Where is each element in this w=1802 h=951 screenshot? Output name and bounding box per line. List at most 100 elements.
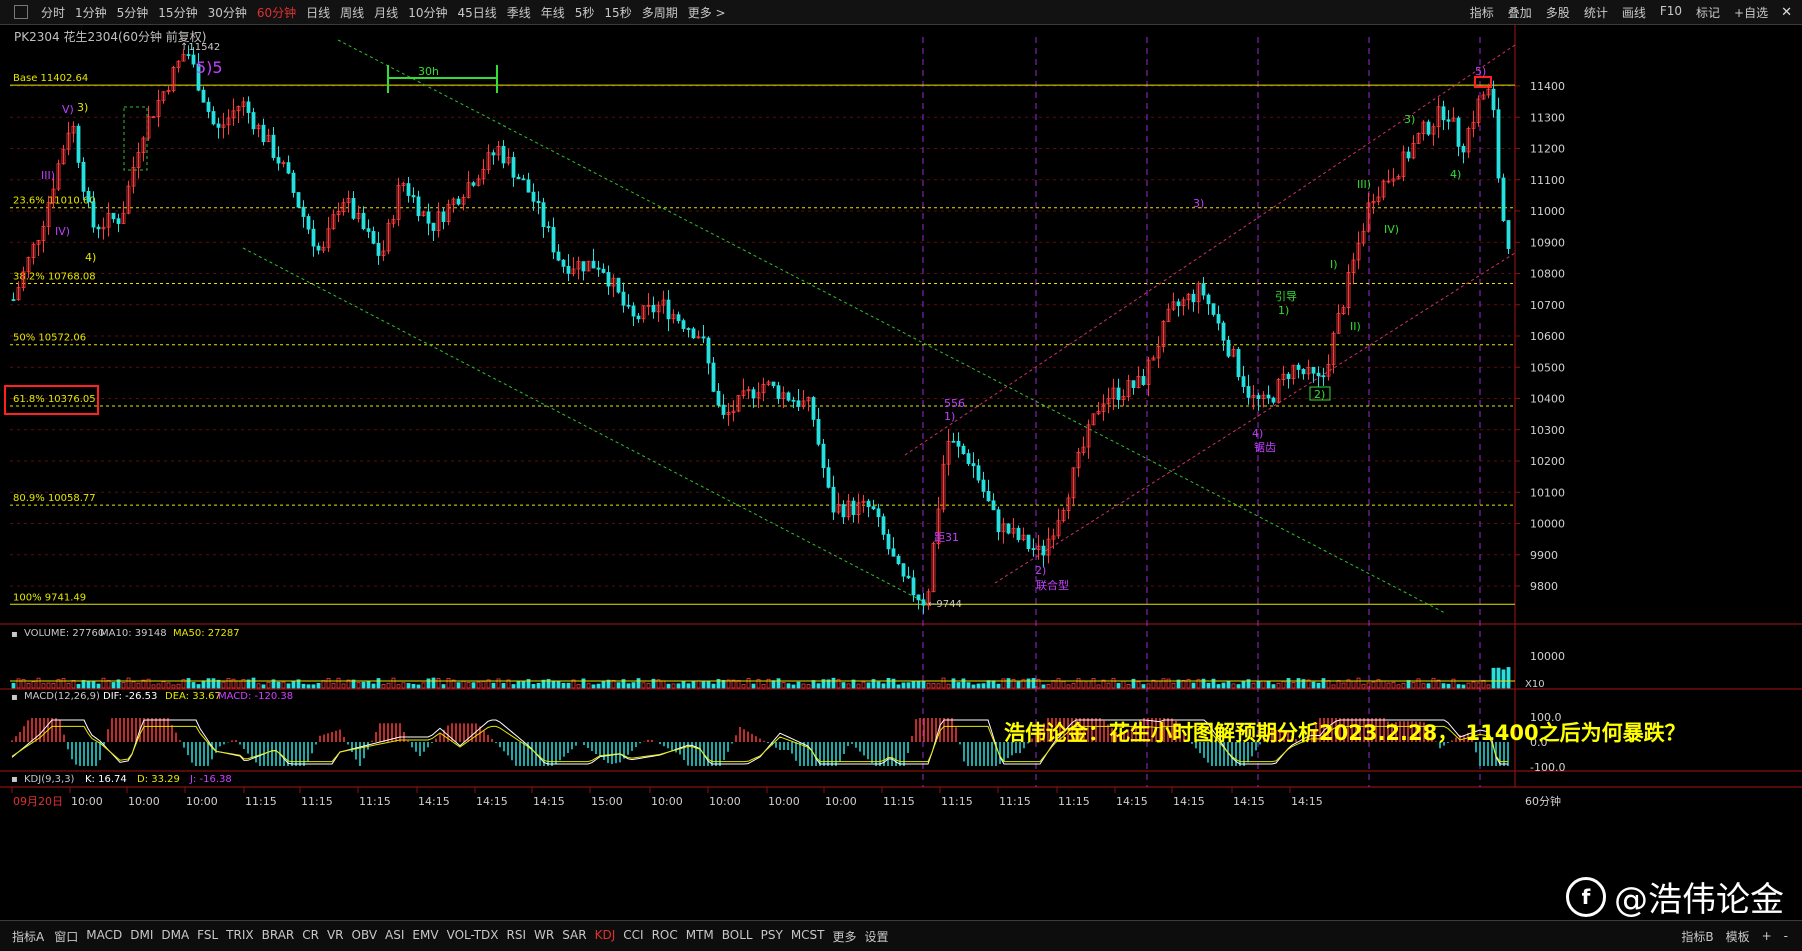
wave-label-1: V) (62, 103, 74, 116)
indicator-tab-19[interactable]: MTM (682, 928, 718, 945)
indicator-tab-23[interactable]: 更多 (829, 928, 861, 945)
candle-body-175 (886, 533, 891, 550)
right-tool-4[interactable]: 画线 (1615, 4, 1653, 21)
candle-body-89 (456, 198, 461, 205)
bottom-right-tool-0[interactable]: 指标B (1675, 928, 1719, 945)
chart-canvas[interactable]: Base 11402.6423.6% 11010.6038.2% 10768.0… (0, 25, 1802, 907)
volume-bar-24 (131, 681, 136, 689)
candle-body-40 (211, 111, 216, 125)
timeframe-tab-2[interactable]: 5分钟 (112, 4, 154, 21)
timeframe-tab-5[interactable]: 60分钟 (252, 4, 301, 21)
indicator-tab-10[interactable]: ASI (381, 928, 408, 945)
indicator-tab-11[interactable]: EMV (408, 928, 442, 945)
volume-bar-127 (646, 683, 651, 689)
timeframe-tab-4[interactable]: 30分钟 (203, 4, 252, 21)
indicator-tab-12[interactable]: VOL-TDX (443, 928, 503, 945)
window-menu-icon[interactable] (14, 5, 28, 19)
indicator-tab-13[interactable]: RSI (503, 928, 531, 945)
indicator-tab-15[interactable]: SAR (558, 928, 590, 945)
volume-bar-94 (481, 680, 486, 689)
indicator-tab-22[interactable]: MCST (787, 928, 829, 945)
indicator-a-button[interactable]: 指标A (0, 928, 50, 945)
volume-bar-184 (931, 683, 936, 689)
right-tool-3[interactable]: 统计 (1577, 4, 1615, 21)
timeframe-tab-11[interactable]: 季线 (502, 4, 536, 21)
macd-dif: DIF: -26.53 (103, 691, 157, 702)
high-price-label: ↑11542 (180, 42, 220, 53)
indicator-tab-24[interactable]: 设置 (861, 928, 893, 945)
x-label-22: 14:15 (1291, 795, 1323, 808)
indicator-tab-21[interactable]: PSY (757, 928, 787, 945)
candle-body-141 (716, 390, 721, 406)
timeframe-tab-6[interactable]: 日线 (301, 4, 335, 21)
indicator-tab-4[interactable]: FSL (193, 928, 222, 945)
timeframe-tab-1[interactable]: 1分钟 (70, 4, 112, 21)
timeframe-tab-15[interactable]: 多周期 (637, 4, 683, 21)
volume-x10: X10 (1525, 679, 1545, 690)
timeframe-tab-3[interactable]: 15分钟 (153, 4, 202, 21)
right-tool-7[interactable]: +自选 (1727, 4, 1775, 21)
timeframe-tab-14[interactable]: 15秒 (599, 4, 636, 21)
volume-bar-4 (31, 681, 36, 689)
timeframe-tab-8[interactable]: 月线 (369, 4, 403, 21)
indicator-tab-5[interactable]: TRIX (222, 928, 257, 945)
volume-bar-77 (396, 684, 401, 689)
candle-body-289 (1456, 117, 1461, 147)
indicator-tab-14[interactable]: WR (530, 928, 558, 945)
timeframe-tab-12[interactable]: 年线 (536, 4, 570, 21)
candle-body-283 (1426, 121, 1431, 135)
indicator-tab-1[interactable]: MACD (82, 928, 126, 945)
volume-bar-35 (186, 678, 191, 689)
indicator-tab-2[interactable]: DMI (126, 928, 157, 945)
timeframe-tab-13[interactable]: 5秒 (570, 4, 600, 21)
indicator-tab-0[interactable]: 窗口 (50, 928, 82, 945)
indicator-tab-3[interactable]: DMA (157, 928, 193, 945)
candle-body-84 (431, 222, 436, 231)
candle-body-35 (186, 54, 191, 56)
indicator-tab-6[interactable]: BRAR (258, 928, 299, 945)
candle-body-156 (791, 399, 796, 402)
indicator-tab-17[interactable]: CCI (619, 928, 647, 945)
bottom-right-tool-2[interactable]: + (1756, 929, 1778, 943)
timeframe-tab-7[interactable]: 周线 (335, 4, 369, 21)
volume-ma50: MA50: 27287 (173, 628, 240, 639)
volume-bar-16 (91, 681, 96, 689)
indicator-tab-9[interactable]: OBV (348, 928, 382, 945)
close-icon[interactable]: ✕ (1781, 5, 1792, 20)
volume-bar-125 (636, 678, 641, 689)
timeframe-tab-0[interactable]: 分时 (36, 4, 70, 21)
volume-bar-175 (886, 677, 891, 689)
volume-bar-6 (41, 683, 46, 689)
indicator-tab-16[interactable]: KDJ (591, 928, 620, 945)
bottom-right-tool-1[interactable]: 模板 (1720, 928, 1756, 945)
candle-body-38 (201, 89, 206, 103)
macd-label: MACD(12,26,9) (24, 691, 100, 702)
candle-body-238 (1201, 283, 1206, 296)
timeframe-tab-10[interactable]: 45日线 (452, 4, 501, 21)
pink-channel-lower (994, 252, 1516, 584)
volume-bar-148 (751, 683, 756, 689)
indicator-tab-18[interactable]: ROC (648, 928, 682, 945)
volume-bar-45 (236, 680, 241, 689)
right-tool-6[interactable]: 标记 (1689, 4, 1727, 21)
timeframe-tab-9[interactable]: 10分钟 (403, 4, 452, 21)
right-tool-5[interactable]: F10 (1653, 4, 1689, 21)
right-tool-1[interactable]: 叠加 (1501, 4, 1539, 21)
right-tool-2[interactable]: 多股 (1539, 4, 1577, 21)
candle-body-58 (301, 206, 306, 217)
candle-body-128 (651, 304, 656, 313)
price-tick-7: 10700 (1530, 299, 1565, 312)
right-tool-0[interactable]: 指标 (1463, 4, 1501, 21)
indicator-tab-8[interactable]: VR (323, 928, 348, 945)
volume-bar-133 (676, 683, 681, 689)
volume-bar-69 (356, 682, 361, 689)
bottom-right-tool-3[interactable]: - (1778, 929, 1794, 943)
timeframe-tab-16[interactable]: 更多 > (683, 4, 731, 21)
candle-body-172 (871, 506, 876, 510)
indicator-tab-20[interactable]: BOLL (718, 928, 757, 945)
candle-body-135 (686, 328, 691, 330)
candle-body-140 (711, 362, 716, 392)
volume-bar-283 (1426, 683, 1431, 689)
indicator-tab-7[interactable]: CR (298, 928, 323, 945)
x-label-18: 11:15 (1058, 795, 1090, 808)
